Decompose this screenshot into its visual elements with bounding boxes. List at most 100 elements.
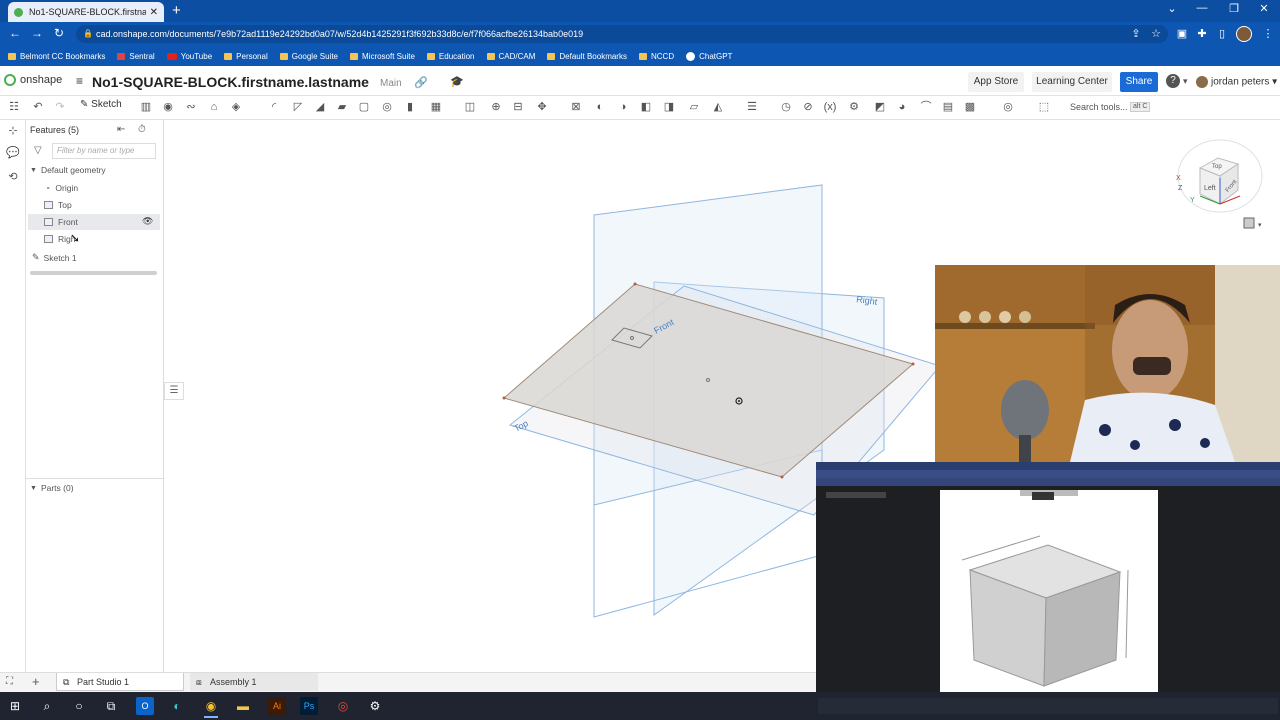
bookmark-star-icon[interactable]: ☆	[1148, 27, 1164, 40]
bookmark-education[interactable]: Education	[426, 52, 475, 61]
back-arrow-icon[interactable]: ←	[6, 26, 24, 40]
search-tools-field[interactable]: Search tools... alt C	[1066, 99, 1160, 115]
learning-center-button[interactable]: Learning Center	[1032, 72, 1112, 92]
boolean-icon[interactable]: ⊕	[488, 99, 504, 115]
settings-gear-icon[interactable]: ⚙	[366, 697, 384, 715]
photoshop-icon[interactable]: Ps	[300, 697, 318, 715]
appearance-icon[interactable]: ◕	[894, 99, 910, 115]
feature-list-scrollbar[interactable]	[30, 271, 157, 275]
modify-fillet-icon[interactable]: ◐	[592, 99, 608, 115]
version-history-icon[interactable]: ⟲	[6, 170, 20, 184]
file-explorer-icon[interactable]: ▬	[234, 697, 252, 715]
variable-icon[interactable]: (x)	[822, 99, 838, 115]
cylinder-icon[interactable]: ▮	[402, 99, 418, 115]
eye-icon[interactable]: 👁	[142, 216, 153, 227]
link-icon[interactable]: 🔗	[414, 76, 428, 89]
redo-icon[interactable]: ↷	[52, 99, 68, 115]
split-icon[interactable]: ⊟	[510, 99, 526, 115]
mirror-icon[interactable]: ◫	[462, 99, 478, 115]
hamburger-menu-icon[interactable]: ≡	[76, 74, 83, 88]
minimize-button[interactable]: —	[1192, 2, 1212, 14]
chrome-icon[interactable]: ◉	[202, 697, 220, 718]
restore-button[interactable]: ❐	[1224, 2, 1244, 15]
fillet-icon[interactable]: ◜	[266, 99, 282, 115]
sweep-icon[interactable]: ∾	[183, 99, 199, 115]
feature-filter-input[interactable]: Filter by name or type	[52, 143, 156, 159]
bookmark-belmont[interactable]: Belmont CC Bookmarks	[8, 52, 105, 61]
delete-part-icon[interactable]: ⊠	[568, 99, 584, 115]
extrude-icon[interactable]: ▥	[138, 99, 154, 115]
section-icon[interactable]: ⊘	[800, 99, 816, 115]
user-menu[interactable]: jordan peters ▾	[1196, 76, 1277, 88]
offset-surface-icon[interactable]: ◨	[661, 99, 677, 115]
filter-icon[interactable]: ▽	[34, 145, 42, 156]
puzzle-icon[interactable]: ✚	[1194, 27, 1210, 40]
bookmark-cad-cam[interactable]: CAD/CAM	[486, 52, 535, 61]
windows-start-icon[interactable]: ⊞	[6, 697, 24, 715]
edge-icon[interactable]: ◐	[168, 697, 186, 715]
new-tab-button[interactable]: +	[172, 2, 181, 19]
tree-item-origin[interactable]: ∘ Origin	[46, 183, 78, 193]
tree-item-front[interactable]: Front	[44, 217, 78, 227]
branch-label[interactable]: Main	[380, 78, 402, 89]
chrome-menu-icon[interactable]: ⋮	[1260, 27, 1276, 40]
pattern-icon[interactable]: ▦	[428, 99, 444, 115]
parts-group[interactable]: ▼ Parts (0)	[30, 483, 74, 493]
plane-icon[interactable]: ▱	[686, 99, 702, 115]
custom-feature-icon[interactable]: ⚙	[846, 99, 862, 115]
url-field[interactable]: 🔒 cad.onshape.com/documents/7e9b72ad1119…	[76, 25, 1168, 43]
profile-avatar[interactable]	[1236, 26, 1252, 42]
search-icon[interactable]: ⌕	[38, 697, 56, 715]
replace-face-icon[interactable]: ◧	[638, 99, 654, 115]
illustrator-icon[interactable]: Ai	[268, 697, 286, 715]
transform-icon[interactable]: ✥	[534, 99, 550, 115]
browser-tab[interactable]: No1-SQUARE-BLOCK.firstname.la ✕	[8, 2, 164, 22]
help-icon[interactable]: ?	[1166, 74, 1180, 88]
extension-icon[interactable]: ▣	[1174, 27, 1190, 40]
tab-part-studio-1[interactable]: ⧉ Part Studio 1	[56, 673, 184, 691]
revolve-icon[interactable]: ◉	[160, 99, 176, 115]
wrap-icon[interactable]: ▤	[940, 99, 956, 115]
draft-icon[interactable]: ◢	[312, 99, 328, 115]
feature-list-icon[interactable]: ☷	[6, 99, 22, 115]
mate-connector-icon[interactable]: ◭	[710, 99, 726, 115]
sketch-button[interactable]: ✎ Sketch	[80, 99, 122, 110]
view-cube[interactable]: Left Front Top Y X Z ▾	[1170, 128, 1270, 238]
thicken-icon[interactable]: ◈	[228, 99, 244, 115]
curve-icon[interactable]: ⌒	[918, 99, 934, 115]
document-title[interactable]: No1-SQUARE-BLOCK.firstname.lastname	[92, 74, 369, 90]
bookmark-youtube[interactable]: YouTube	[166, 52, 212, 61]
rib-icon[interactable]: ▰	[334, 99, 350, 115]
sheet-metal-icon[interactable]: ☰	[744, 99, 760, 115]
shell-icon[interactable]: ▢	[356, 99, 372, 115]
select-mode-icon[interactable]: ⬚	[1036, 99, 1052, 115]
app-store-button[interactable]: App Store	[968, 72, 1024, 92]
bookmark-sentral[interactable]: Sentral	[117, 52, 155, 61]
bookmark-google-suite[interactable]: Google Suite	[279, 52, 338, 61]
tab-search-chevron-icon[interactable]: ⌄	[1162, 2, 1182, 15]
view-mode-chevron-icon[interactable]: ▾	[1258, 222, 1262, 229]
timer-icon[interactable]: ⏱	[138, 124, 146, 135]
measure-icon[interactable]: ◷	[778, 99, 794, 115]
help-chevron-icon[interactable]: ▾	[1183, 76, 1188, 87]
sidepanel-icon[interactable]: ▯	[1214, 27, 1230, 40]
loft-icon[interactable]: ⌂	[206, 99, 222, 115]
bookmark-microsoft-suite[interactable]: Microsoft Suite	[350, 52, 415, 61]
onshape-logo[interactable]: onshape	[4, 74, 62, 86]
bookmark-default[interactable]: Default Bookmarks	[547, 52, 627, 61]
outlook-icon[interactable]: O	[136, 697, 154, 715]
tab-assembly-1[interactable]: ⧈ Assembly 1	[190, 673, 318, 691]
view-options-icon[interactable]: ◎	[1000, 99, 1016, 115]
obs-icon[interactable]: ◎	[334, 697, 352, 715]
comments-icon[interactable]: 💬	[6, 146, 20, 160]
configuration-icon[interactable]: ⊹	[6, 124, 20, 138]
close-tab-icon[interactable]: ✕	[150, 7, 158, 18]
bookmark-nccd[interactable]: NCCD	[638, 52, 674, 61]
forward-arrow-icon[interactable]: →	[28, 26, 46, 40]
add-tab-icon[interactable]: +	[32, 674, 40, 689]
undo-icon[interactable]: ↶	[30, 99, 46, 115]
default-geometry-group[interactable]: ▼ Default geometry	[30, 165, 106, 175]
chamfer-icon[interactable]: ◸	[290, 99, 306, 115]
tree-item-top[interactable]: Top	[44, 200, 72, 210]
move-face-icon[interactable]: ◑	[615, 99, 631, 115]
